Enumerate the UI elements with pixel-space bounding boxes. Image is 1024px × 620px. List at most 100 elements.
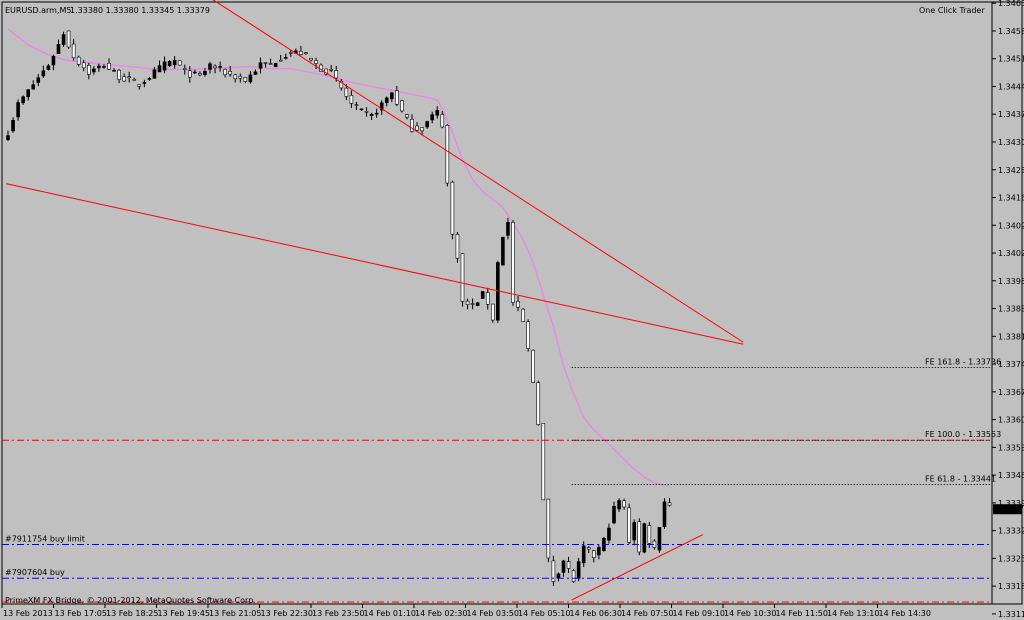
candle-body bbox=[283, 57, 288, 59]
time-tick-label: 13 Feb 18:25 bbox=[106, 609, 158, 618]
symbol-label: EURUSD.arm,M5 bbox=[5, 6, 71, 15]
time-tick-label: 14 Feb 01:10 bbox=[364, 609, 416, 618]
candle-body bbox=[31, 84, 36, 90]
candle-body bbox=[92, 68, 96, 73]
candle-body bbox=[6, 135, 10, 140]
candle-body bbox=[253, 71, 258, 75]
time-tick-label: 14 Feb 10:30 bbox=[724, 609, 776, 618]
candle-body bbox=[415, 125, 419, 131]
candle-body bbox=[430, 114, 435, 121]
candle-body bbox=[344, 87, 349, 97]
one-click-trader[interactable]: One Click Trader bbox=[919, 6, 985, 15]
fibonacci-level-label: FE 100.0 - 1.33553 bbox=[925, 430, 1001, 439]
time-tick-label: 13 Feb 2013 bbox=[3, 609, 53, 618]
time-tick-label: 14 Feb 03:50 bbox=[467, 609, 519, 618]
price-chart[interactable]: #7911754 buy limit #7907604 buy FE 161.8 … bbox=[0, 0, 1024, 620]
candle-body bbox=[122, 76, 126, 82]
current-price-label: 1.33379 bbox=[996, 505, 1024, 514]
candle-body bbox=[61, 34, 66, 45]
price-tick-label: 1.33745 bbox=[998, 360, 1024, 369]
horizontal-level-label: #7911754 buy limit bbox=[5, 535, 85, 544]
candle-body bbox=[208, 63, 212, 70]
price-tick-label: 1.33815 bbox=[998, 332, 1024, 341]
time-tick-label: 14 Feb 06:30 bbox=[570, 609, 622, 618]
candle-body bbox=[142, 82, 147, 84]
candle-body bbox=[16, 102, 20, 118]
candle-body bbox=[374, 112, 379, 115]
candle-body bbox=[561, 560, 566, 573]
candle-body bbox=[667, 502, 672, 506]
candle-body bbox=[455, 233, 460, 259]
candle-body bbox=[127, 76, 131, 79]
candle-body bbox=[536, 382, 541, 425]
candle-body bbox=[450, 181, 455, 235]
candle-body bbox=[465, 300, 470, 305]
candle-body bbox=[597, 547, 601, 556]
price-tick-label: 1.33465 bbox=[998, 471, 1024, 480]
candle-body bbox=[238, 75, 243, 79]
price-tick-label: 1.34235 bbox=[998, 166, 1024, 175]
price-tick-label: 1.34655 bbox=[998, 0, 1024, 8]
price-tick-label: 1.34095 bbox=[998, 221, 1024, 230]
candle-body bbox=[288, 52, 293, 54]
candle-body bbox=[607, 527, 611, 541]
fibonacci-level-label: FE 161.8 - 1.33736 bbox=[925, 358, 1001, 367]
candle-body bbox=[137, 84, 142, 87]
candle-body bbox=[11, 119, 15, 132]
price-tick-label: 1.34305 bbox=[998, 138, 1024, 147]
time-tick-label: 14 Feb 13:10 bbox=[827, 609, 879, 618]
candle-body bbox=[490, 303, 495, 321]
price-tick-label: 1.34165 bbox=[998, 194, 1024, 203]
candle-body bbox=[546, 498, 551, 559]
candle-body bbox=[349, 94, 354, 104]
candle-body bbox=[97, 65, 101, 69]
candle-body bbox=[203, 70, 207, 76]
candle-body bbox=[485, 292, 490, 305]
candle-body bbox=[657, 527, 662, 551]
candle-body bbox=[263, 62, 268, 64]
candle-body bbox=[475, 302, 480, 306]
candle-body bbox=[36, 77, 41, 83]
time-tick-label: 13 Feb 21:05 bbox=[209, 609, 261, 618]
candle-body bbox=[501, 236, 505, 266]
candle-body bbox=[460, 253, 465, 302]
candle-body bbox=[571, 570, 576, 582]
candle-body bbox=[359, 108, 364, 111]
candle-body bbox=[642, 523, 647, 553]
horizontal-level-label: #7907604 buy bbox=[5, 568, 65, 577]
candle-body bbox=[334, 70, 339, 79]
candle-body bbox=[152, 69, 157, 79]
time-tick-label: 14 Feb 09:10 bbox=[673, 609, 725, 618]
price-tick-label: 1.33535 bbox=[998, 443, 1024, 452]
candle-body bbox=[299, 50, 303, 55]
price-tick-label: 1.34375 bbox=[998, 110, 1024, 119]
candle-body bbox=[556, 573, 561, 579]
candle-body bbox=[51, 55, 56, 66]
candle-body bbox=[26, 89, 31, 98]
candle-body bbox=[268, 63, 273, 65]
candle-body bbox=[410, 118, 414, 132]
candle-body bbox=[384, 97, 389, 103]
chart-background bbox=[0, 0, 1024, 620]
candle-body bbox=[541, 423, 546, 501]
candle-body bbox=[157, 65, 162, 73]
time-tick-label: 13 Feb 22:30 bbox=[261, 609, 313, 618]
candle-body bbox=[586, 547, 591, 550]
candle-body bbox=[480, 291, 485, 299]
price-tick-label: 1.33675 bbox=[998, 388, 1024, 397]
price-tick-label: 1.34025 bbox=[998, 249, 1024, 258]
candle-body bbox=[258, 62, 263, 69]
price-tick-label: 1.33185 bbox=[998, 582, 1024, 591]
candle-body bbox=[369, 113, 374, 116]
candle-body bbox=[389, 92, 394, 100]
candle-body bbox=[617, 500, 621, 510]
candle-body bbox=[218, 66, 222, 68]
candle-body bbox=[87, 65, 91, 75]
candle-body bbox=[188, 70, 192, 78]
time-tick-label: 13 Feb 19:45 bbox=[158, 609, 210, 618]
candle-body bbox=[309, 57, 313, 61]
price-tick-label: 1.33955 bbox=[998, 277, 1024, 286]
candle-body bbox=[273, 62, 278, 67]
candle-body bbox=[435, 109, 440, 116]
candle-body bbox=[304, 52, 308, 55]
